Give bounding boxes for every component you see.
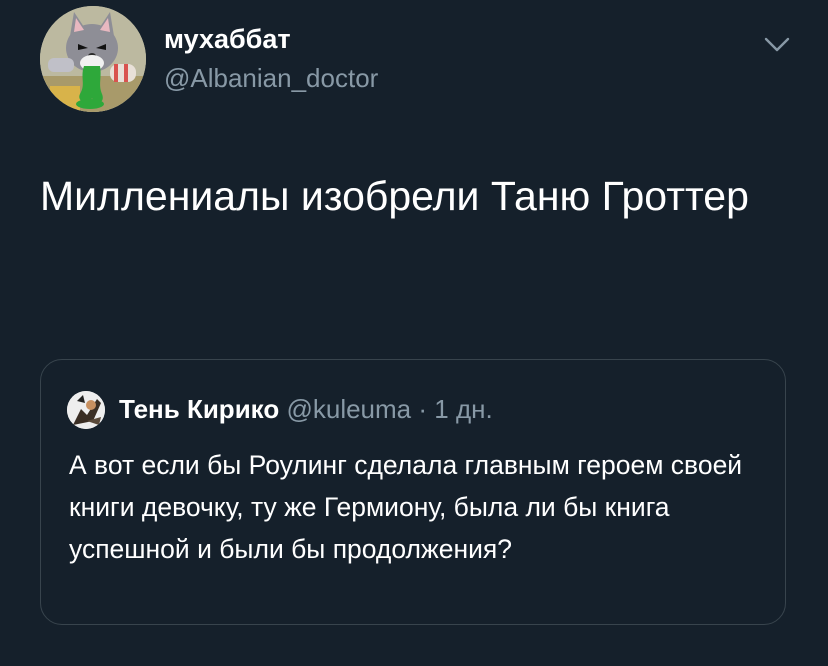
quoted-tweet[interactable]: Тень Кирико @kuleuma · 1 дн. А вот если …	[40, 359, 786, 625]
quote-header: Тень Кирико @kuleuma · 1 дн.	[119, 392, 493, 426]
author-handle[interactable]: @Albanian_doctor	[164, 62, 378, 94]
author-avatar[interactable]	[40, 6, 146, 112]
author-name[interactable]: мухаббат	[164, 22, 291, 56]
meta-separator: ·	[418, 394, 428, 424]
crying-cat-avatar-icon	[40, 6, 146, 112]
quote-author-handle[interactable]: @kuleuma	[286, 394, 411, 424]
quote-timestamp[interactable]: 1 дн.	[434, 394, 492, 424]
character-avatar-icon	[67, 391, 105, 429]
quote-author-name[interactable]: Тень Кирико	[119, 394, 279, 424]
quote-text: А вот если бы Роулинг сделала главным ге…	[69, 450, 743, 564]
chevron-down-icon[interactable]	[760, 30, 794, 60]
tweet-card: мухаббат @Albanian_doctor Миллениалы изо…	[0, 0, 828, 666]
tweet-text: Миллениалы изобрели Таню Гроттер	[40, 173, 749, 219]
quote-author-avatar[interactable]	[67, 391, 105, 429]
